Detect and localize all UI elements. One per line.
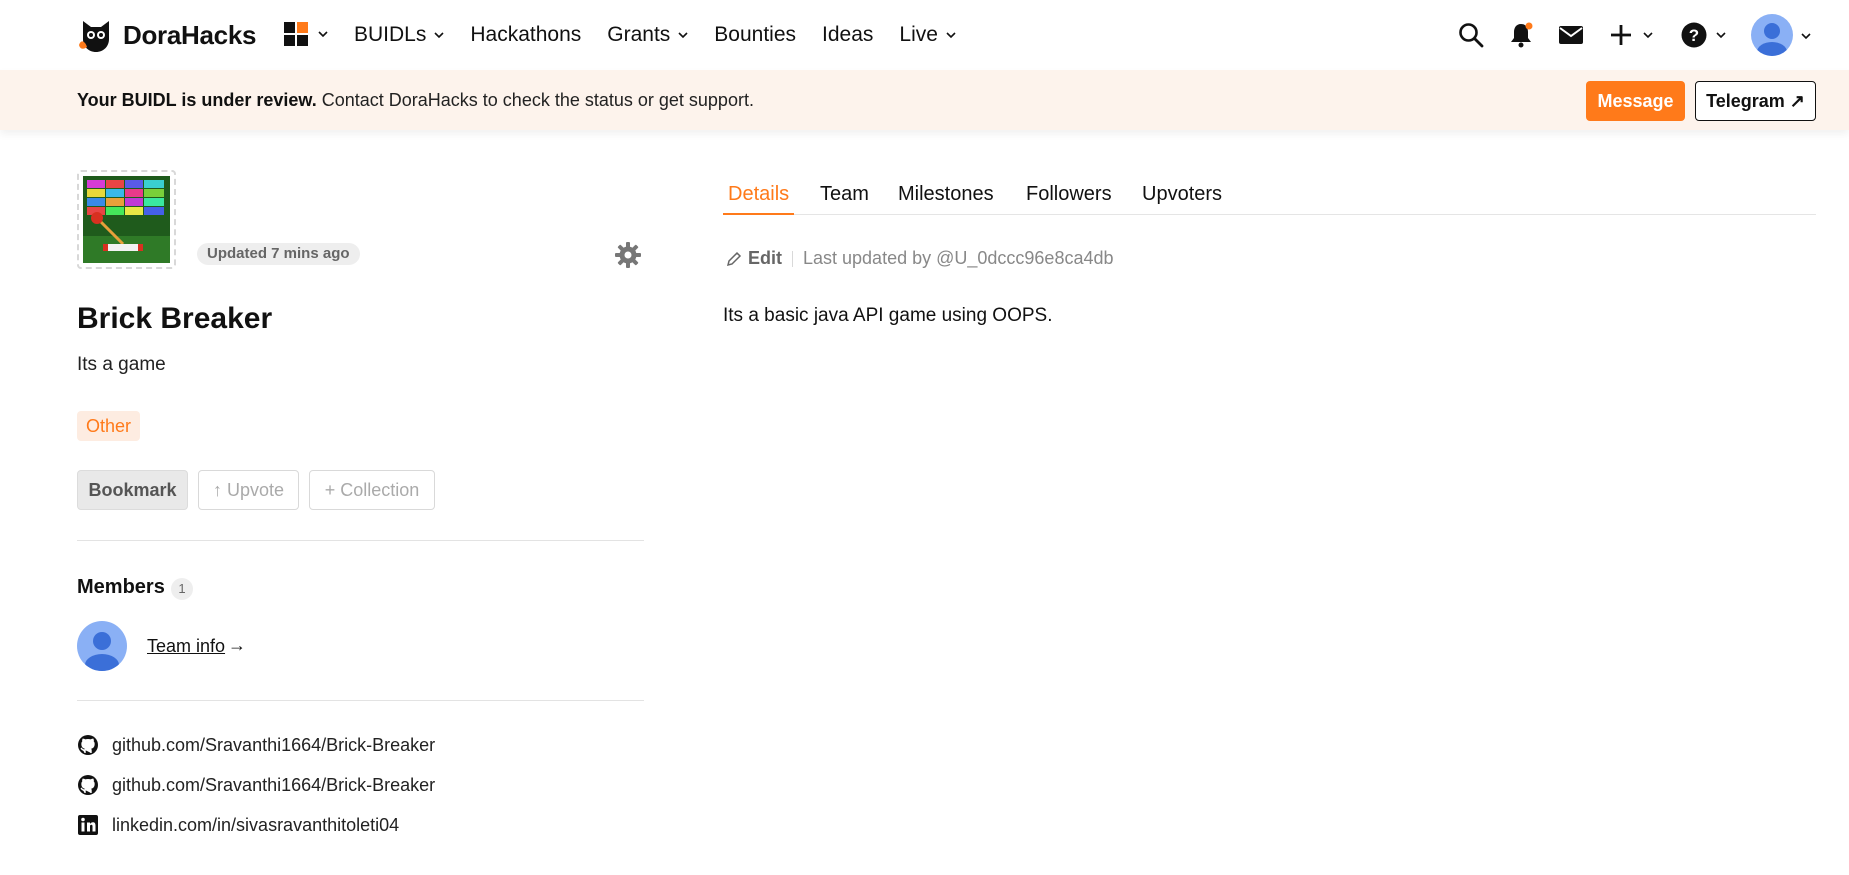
- top-nav: DoraHacks BUIDLs Hackathons Grants Bounties…: [0, 0, 1849, 70]
- upvote-button[interactable]: ↑ Upvote: [198, 470, 299, 510]
- search-icon[interactable]: [1457, 21, 1485, 49]
- nav-label: Live: [899, 23, 938, 46]
- project-subtitle: Its a game: [77, 354, 166, 375]
- tab-team[interactable]: Team: [820, 183, 869, 215]
- help-icon: ?: [1681, 22, 1707, 48]
- chevron-down-icon: [946, 32, 956, 39]
- help-menu-button[interactable]: ?: [1680, 21, 1726, 49]
- project-title: Brick Breaker: [77, 302, 273, 335]
- nav-grants[interactable]: Grants: [607, 23, 688, 47]
- add-collection-button[interactable]: + Collection: [309, 470, 435, 510]
- create-menu-button[interactable]: [1607, 21, 1653, 49]
- linkedin-icon: [78, 815, 98, 835]
- plus-icon: [1611, 25, 1631, 45]
- project-link[interactable]: github.com/Sravanthi1664/Brick-Breaker: [77, 732, 435, 758]
- arrow-right-icon: →: [228, 635, 246, 655]
- chevron-down-icon: [434, 32, 444, 39]
- bookmark-button[interactable]: Bookmark: [77, 470, 188, 510]
- members-count-badge: 1: [171, 578, 193, 600]
- project-link-text: linkedin.com/in/sivasravanthitoleti04: [112, 814, 400, 835]
- tab-followers[interactable]: Followers: [1026, 183, 1112, 215]
- chevron-down-icon: [1643, 32, 1653, 39]
- dorahacks-logo[interactable]: DoraHacks: [77, 17, 256, 53]
- nav-label: Hackathons: [470, 23, 582, 46]
- tab-details[interactable]: Details: [723, 183, 795, 215]
- edit-label: Edit: [748, 248, 782, 268]
- review-banner-bold: Your BUIDL is under review.: [77, 90, 317, 110]
- details-body: Its a basic java API game using OOPS.: [723, 305, 1053, 326]
- edit-button[interactable]: Edit: [726, 248, 782, 269]
- chevron-down-icon: [1716, 32, 1726, 39]
- nav-label: Grants: [607, 23, 671, 46]
- chevron-down-icon[interactable]: [1801, 31, 1811, 41]
- user-icon: [85, 632, 119, 671]
- review-banner-text: Your BUIDL is under review. Contact Dora…: [77, 90, 754, 111]
- user-avatar[interactable]: [1751, 14, 1793, 56]
- nav-label: Ideas: [822, 23, 874, 46]
- category-tag[interactable]: Other: [77, 411, 141, 441]
- github-icon: [78, 735, 98, 755]
- nav-buidls[interactable]: BUIDLs: [354, 23, 444, 47]
- divider: [77, 700, 644, 701]
- project-link-text: github.com/Sravanthi1664/Brick-Breaker: [112, 774, 436, 795]
- nav-ideas[interactable]: Ideas: [822, 23, 873, 47]
- apps-menu-button[interactable]: [284, 22, 328, 46]
- project-link[interactable]: linkedin.com/in/sivasravanthitoleti04: [77, 812, 399, 838]
- tab-upvoters[interactable]: Upvoters: [1142, 183, 1222, 215]
- member-avatar[interactable]: [77, 621, 127, 671]
- divider: [77, 540, 644, 541]
- chevron-down-icon: [318, 31, 328, 38]
- bell-icon[interactable]: [1507, 21, 1535, 49]
- project-link-text: github.com/Sravanthi1664/Brick-Breaker: [112, 734, 436, 755]
- edit-row: Edit Last updated by @U_0dccc96e8ca4db: [726, 248, 1114, 269]
- telegram-button[interactable]: Telegram ↗: [1695, 81, 1816, 121]
- chevron-down-icon: [678, 32, 688, 39]
- settings-gear-icon[interactable]: [614, 241, 642, 269]
- nav-label: BUIDLs: [354, 23, 427, 46]
- team-info-link[interactable]: Team info: [147, 636, 225, 657]
- last-updated-text: Last updated by @U_0dccc96e8ca4db: [803, 248, 1114, 268]
- tab-milestones[interactable]: Milestones: [898, 183, 994, 215]
- apps-grid-icon: [284, 22, 308, 46]
- main-nav: BUIDLs Hackathons Grants Bounties Ideas Live: [354, 0, 982, 70]
- separator: [792, 250, 793, 267]
- dorahacks-owl-icon: [79, 21, 109, 52]
- user-icon: [1757, 23, 1787, 56]
- review-banner-message: Contact DoraHacks to check the status or…: [316, 90, 754, 110]
- brand-name: DoraHacks: [123, 19, 257, 50]
- members-heading: Members: [77, 576, 165, 598]
- project-thumbnail: [77, 170, 176, 269]
- mail-icon[interactable]: [1557, 21, 1585, 49]
- updated-badge: Updated 7 mins ago: [197, 243, 360, 265]
- project-tabs: Details Team Milestones Followers Upvote…: [723, 180, 1816, 215]
- review-banner: Your BUIDL is under review. Contact Dora…: [0, 70, 1849, 130]
- pencil-icon: [726, 251, 742, 266]
- brick-breaker-image: [83, 176, 170, 263]
- nav-hackathons[interactable]: Hackathons: [470, 23, 581, 47]
- github-icon: [78, 775, 98, 795]
- nav-live[interactable]: Live: [899, 23, 956, 47]
- project-link[interactable]: github.com/Sravanthi1664/Brick-Breaker: [77, 772, 435, 798]
- nav-label: Bounties: [714, 23, 797, 46]
- svg-text:?: ?: [1689, 26, 1699, 45]
- message-button[interactable]: Message: [1586, 81, 1685, 121]
- nav-bounties[interactable]: Bounties: [714, 23, 796, 47]
